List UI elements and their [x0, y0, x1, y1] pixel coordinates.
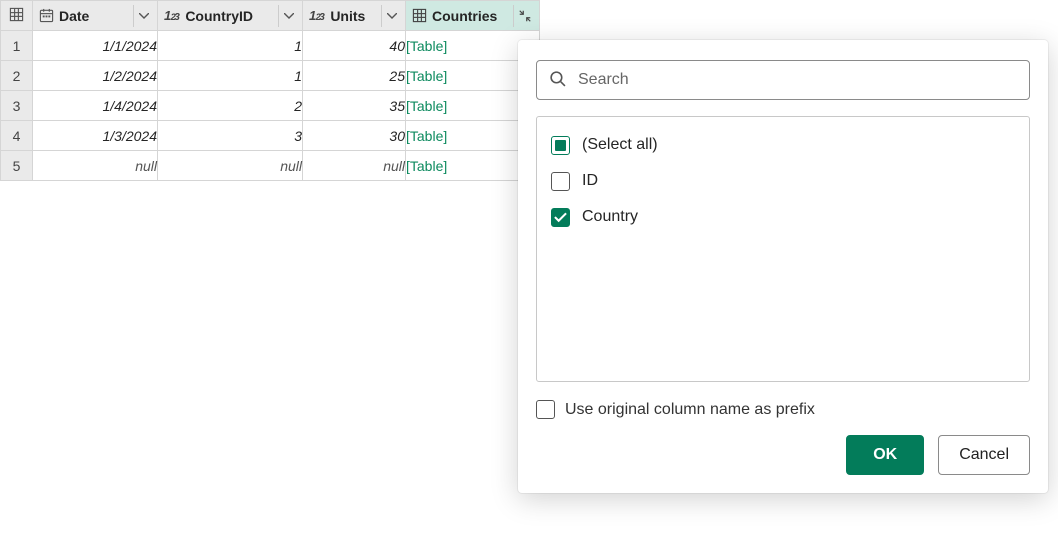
search-icon: [549, 70, 566, 90]
number-type-icon: 123: [309, 8, 325, 23]
table-row[interactable]: 3 1/4/2024 2 35 [Table]: [1, 91, 540, 121]
select-all-option[interactable]: (Select all): [551, 127, 1015, 163]
column-option-list: (Select all) ID Country: [536, 116, 1030, 382]
table-row[interactable]: 5 null null null [Table]: [1, 151, 540, 181]
cancel-button[interactable]: Cancel: [938, 435, 1030, 475]
checkbox-indeterminate[interactable]: [551, 136, 570, 155]
checkbox-checked[interactable]: [551, 208, 570, 227]
option-country[interactable]: Country: [551, 199, 1015, 235]
prefix-option[interactable]: Use original column name as prefix: [536, 400, 1030, 419]
data-table: Date 123 CountryID: [0, 0, 540, 181]
column-header-units[interactable]: 123 Units: [303, 1, 406, 31]
number-type-icon: 123: [164, 8, 180, 23]
row-number: 1: [1, 31, 33, 61]
cell-countryid[interactable]: 2: [158, 91, 303, 121]
calendar-icon: [39, 8, 54, 23]
option-id[interactable]: ID: [551, 163, 1015, 199]
table-row[interactable]: 2 1/2/2024 1 25 [Table]: [1, 61, 540, 91]
row-number: 4: [1, 121, 33, 151]
column-label: Countries: [432, 8, 508, 24]
expand-button[interactable]: [513, 5, 535, 27]
row-number: 3: [1, 91, 33, 121]
table-row[interactable]: 1 1/1/2024 1 40 [Table]: [1, 31, 540, 61]
cell-countryid[interactable]: 1: [158, 61, 303, 91]
cell-countryid[interactable]: 3: [158, 121, 303, 151]
chevron-down-icon: [284, 13, 294, 19]
cell-countryid[interactable]: null: [158, 151, 303, 181]
table-icon: [412, 8, 427, 23]
filter-button[interactable]: [381, 5, 401, 27]
search-box[interactable]: [536, 60, 1030, 100]
cell-units[interactable]: 40: [303, 31, 406, 61]
prefix-label: Use original column name as prefix: [565, 401, 815, 419]
cell-date[interactable]: 1/4/2024: [33, 91, 158, 121]
column-header-countries[interactable]: Countries: [406, 1, 540, 31]
option-label: ID: [582, 172, 598, 190]
ok-button[interactable]: OK: [846, 435, 924, 475]
expand-icon: [518, 9, 532, 23]
cell-date[interactable]: 1/1/2024: [33, 31, 158, 61]
cell-units[interactable]: 35: [303, 91, 406, 121]
corner-cell[interactable]: [1, 1, 33, 31]
check-icon: [554, 212, 567, 223]
row-number: 5: [1, 151, 33, 181]
dialog-buttons: OK Cancel: [536, 435, 1030, 475]
column-label: Units: [330, 8, 376, 24]
filter-button[interactable]: [133, 5, 153, 27]
cell-date[interactable]: 1/2/2024: [33, 61, 158, 91]
search-input[interactable]: [576, 70, 1017, 90]
cell-countryid[interactable]: 1: [158, 31, 303, 61]
checkbox[interactable]: [551, 172, 570, 191]
cell-units[interactable]: 30: [303, 121, 406, 151]
table-row[interactable]: 4 1/3/2024 3 30 [Table]: [1, 121, 540, 151]
column-header-date[interactable]: Date: [33, 1, 158, 31]
column-label: CountryID: [185, 8, 273, 24]
cell-units[interactable]: null: [303, 151, 406, 181]
expand-columns-popup: (Select all) ID Country Use original col…: [518, 40, 1048, 493]
option-label: Country: [582, 208, 638, 226]
cell-date[interactable]: 1/3/2024: [33, 121, 158, 151]
option-label: (Select all): [582, 136, 658, 154]
cell-date[interactable]: null: [33, 151, 158, 181]
chevron-down-icon: [387, 13, 397, 19]
filter-button[interactable]: [278, 5, 298, 27]
chevron-down-icon: [139, 13, 149, 19]
row-number: 2: [1, 61, 33, 91]
column-header-countryid[interactable]: 123 CountryID: [158, 1, 303, 31]
column-label: Date: [59, 8, 128, 24]
checkbox[interactable]: [536, 400, 555, 419]
cell-units[interactable]: 25: [303, 61, 406, 91]
table-icon: [9, 9, 24, 25]
